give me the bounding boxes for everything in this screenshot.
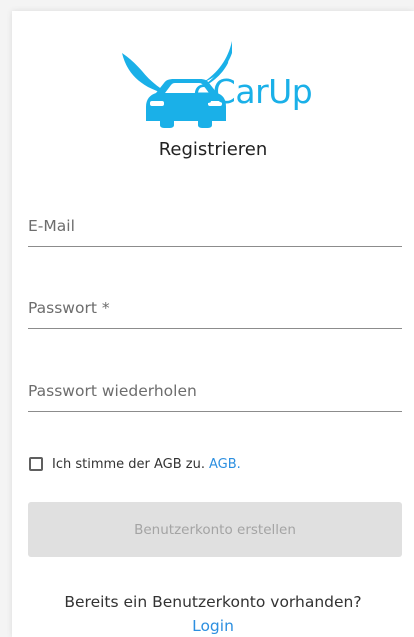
email-field[interactable] [28,206,402,247]
registration-card: eCarUp Registrieren Ich stimme der AGB z… [12,11,414,637]
login-hint: Bereits ein Benutzerkonto vorhanden? [64,593,362,611]
password-field[interactable] [28,288,402,329]
password-repeat-field[interactable] [28,371,402,412]
agb-label: Ich stimme der AGB zu. [52,456,206,472]
agb-consent: Ich stimme der AGB zu. AGB. [29,455,241,473]
logo-text: eCarUp [193,72,313,111]
agb-checkbox[interactable] [29,457,43,471]
create-account-button[interactable]: Benutzerkonto erstellen [28,502,402,557]
login-link[interactable]: Login [12,617,414,635]
page-title: Registrieren [158,139,268,160]
agb-link[interactable]: AGB. [209,457,241,472]
